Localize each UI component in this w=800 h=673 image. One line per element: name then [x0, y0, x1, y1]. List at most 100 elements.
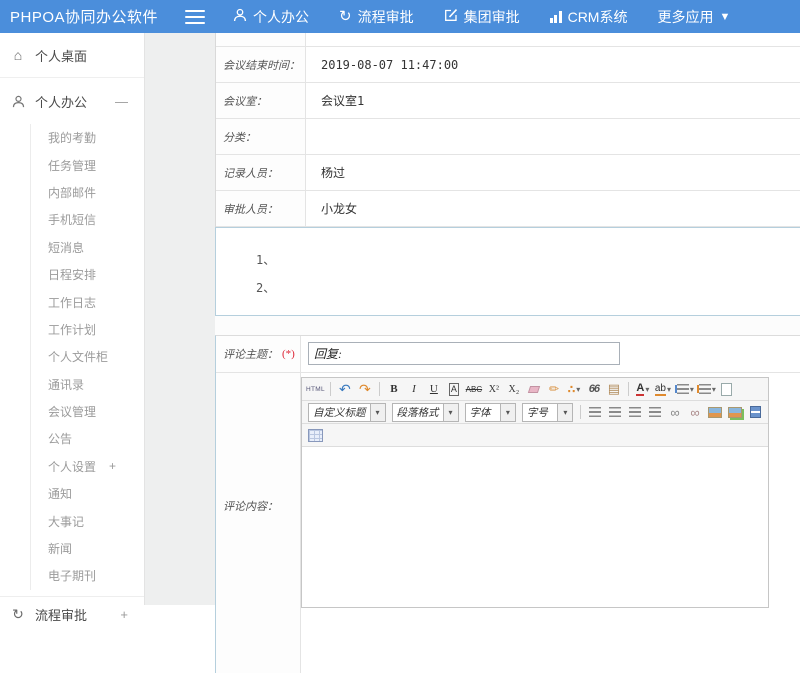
- sidebar-item-announcements[interactable]: 公告: [31, 425, 144, 452]
- insert-image-button[interactable]: [706, 403, 724, 421]
- superscript-button[interactable]: X²: [485, 380, 503, 398]
- redo-button[interactable]: ↷: [356, 380, 374, 398]
- new-page-button[interactable]: [718, 380, 736, 398]
- font-family-select[interactable]: 字体▾: [465, 403, 516, 422]
- ordered-list-icon: [677, 384, 689, 394]
- sidebar-item-work-log[interactable]: 工作日志: [31, 288, 144, 315]
- sidebar-item-short-message[interactable]: 短消息: [31, 234, 144, 261]
- insert-media-button[interactable]: [746, 403, 764, 421]
- field-value: 2019-08-07 11:47:00: [306, 47, 800, 82]
- edit-icon: [444, 8, 458, 25]
- field-value: [306, 119, 800, 154]
- comment-subject-row: 评论主题： (*): [216, 336, 800, 373]
- menu-toggle-icon[interactable]: [185, 10, 205, 24]
- sidebar-item-label: 个人办公: [35, 92, 87, 111]
- align-center-button[interactable]: [606, 403, 624, 421]
- sidebar-item-sms[interactable]: 手机短信: [31, 206, 144, 233]
- sidebar-item-internal-mail[interactable]: 内部邮件: [31, 179, 144, 206]
- table-row-end-time: 会议结束时间： 2019-08-07 11:47:00: [216, 47, 800, 83]
- nav-crm-system[interactable]: CRM系统: [550, 7, 628, 27]
- sidebar-item-schedule[interactable]: 日程安排: [31, 261, 144, 288]
- sidebar-item-file-cabinet[interactable]: 个人文件柜: [31, 343, 144, 370]
- caret-down-icon: ▾: [667, 385, 671, 394]
- table-row-recorder: 记录人员： 杨过: [216, 155, 800, 191]
- sidebar-item-personal-settings[interactable]: 个人设置 +: [31, 453, 144, 480]
- expand-icon[interactable]: +: [109, 459, 144, 473]
- comment-content-row: 评论内容： HTML ↶ ↷ B I U A: [216, 373, 800, 673]
- align-left-button[interactable]: [586, 403, 604, 421]
- sidebar-item-meeting-mgmt[interactable]: 会议管理: [31, 398, 144, 425]
- align-right-button[interactable]: [626, 403, 644, 421]
- bold-button[interactable]: B: [385, 380, 403, 398]
- align-center-icon: [609, 407, 621, 417]
- font-color-button[interactable]: A▾: [634, 380, 652, 398]
- table-icon: [308, 429, 323, 442]
- nav-workflow-approval[interactable]: ↻ 流程审批: [339, 7, 414, 27]
- subscript-button[interactable]: X₂: [505, 380, 523, 398]
- sidebar-item-contacts[interactable]: 通讯录: [31, 371, 144, 398]
- eraser-icon: [528, 386, 540, 393]
- upload-image-button[interactable]: [726, 403, 744, 421]
- top-nav: 个人办公 ↻ 流程审批 集团审批 CRM系统 更多应用 ▼: [233, 7, 730, 27]
- sidebar-item-desktop[interactable]: ⌂ 个人桌面: [0, 33, 144, 78]
- underline-button[interactable]: U: [425, 380, 443, 398]
- editor-toolbar-row-2: 自定义标题▾ 段落格式▾ 字体▾ 字号▾ ∞ ∞: [302, 401, 768, 424]
- undo-button[interactable]: ↶: [336, 380, 354, 398]
- nav-label: 流程审批: [358, 7, 414, 27]
- sidebar-item-tasks[interactable]: 任务管理: [31, 151, 144, 178]
- bullet-list-button[interactable]: ▾: [696, 380, 716, 398]
- field-value: 杨过: [306, 155, 800, 190]
- comment-subject-label: 评论主题：: [223, 346, 278, 362]
- collapse-icon[interactable]: —: [115, 94, 134, 109]
- eraser-button[interactable]: [525, 380, 543, 398]
- strikethrough-button[interactable]: ABC: [465, 380, 483, 398]
- align-justify-icon: [649, 407, 661, 417]
- field-label: 记录人员：: [216, 155, 306, 190]
- comment-content-editarea[interactable]: [302, 447, 768, 607]
- sidebar-item-personal-office[interactable]: 个人办公 —: [0, 78, 144, 124]
- sidebar-item-label: 流程审批: [35, 605, 87, 624]
- html-source-button[interactable]: HTML: [306, 380, 325, 398]
- nav-personal-office[interactable]: 个人办公: [233, 7, 309, 27]
- image-upload-icon: [728, 407, 742, 418]
- ordered-list-button[interactable]: ▾: [674, 380, 694, 398]
- cycle-icon: ↻: [339, 9, 352, 24]
- sidebar-item-notices[interactable]: 通知: [31, 480, 144, 507]
- insert-table-button[interactable]: [306, 426, 324, 444]
- paste-button[interactable]: ▤: [605, 380, 623, 398]
- sidebar-item-label: 个人桌面: [35, 46, 87, 65]
- font-border-button[interactable]: A: [449, 383, 459, 396]
- font-size-select[interactable]: 字号▾: [522, 403, 573, 422]
- sidebar-item-attendance[interactable]: 我的考勤: [31, 124, 144, 151]
- sidebar-item-work-plan[interactable]: 工作计划: [31, 316, 144, 343]
- remove-link-button[interactable]: ∞: [686, 403, 704, 421]
- nav-group-approval[interactable]: 集团审批: [444, 7, 520, 27]
- expand-icon[interactable]: +: [120, 607, 134, 622]
- required-mark: (*): [282, 348, 295, 360]
- comment-subject-input[interactable]: [308, 342, 620, 365]
- insert-link-button[interactable]: ∞: [666, 403, 684, 421]
- highlight-button[interactable]: ab▾: [654, 380, 672, 398]
- sidebar-item-workflow-approval[interactable]: ↻ 流程审批 +: [0, 596, 144, 632]
- align-justify-button[interactable]: [646, 403, 664, 421]
- align-right-icon: [629, 407, 641, 417]
- align-left-icon: [589, 407, 601, 417]
- sidebar-item-e-journal[interactable]: 电子期刊: [31, 562, 144, 589]
- meeting-content-block: 1、 2、: [215, 227, 800, 316]
- paragraph-format-select[interactable]: 段落格式▾: [392, 403, 459, 422]
- blockquote-button[interactable]: 66: [585, 380, 603, 398]
- italic-button[interactable]: I: [405, 380, 423, 398]
- content-panel: 会议结束时间： 2019-08-07 11:47:00 会议室： 会议室1 分类…: [215, 33, 800, 605]
- field-value: 会议室1: [306, 83, 800, 118]
- text-style-button[interactable]: ∴▾: [565, 380, 583, 398]
- nav-more-apps[interactable]: 更多应用 ▼: [657, 7, 730, 27]
- sidebar-item-news[interactable]: 新闻: [31, 535, 144, 562]
- meeting-detail-table: 会议结束时间： 2019-08-07 11:47:00 会议室： 会议室1 分类…: [215, 33, 800, 227]
- format-brush-button[interactable]: ✏: [545, 380, 563, 398]
- heading-style-select[interactable]: 自定义标题▾: [308, 403, 386, 422]
- sidebar-item-memorabilia[interactable]: 大事记: [31, 507, 144, 534]
- bullet-list-icon: [699, 384, 711, 394]
- table-row-meeting-room: 会议室： 会议室1: [216, 83, 800, 119]
- bar-chart-icon: [550, 11, 562, 23]
- table-row-approver: 审批人员： 小龙女: [216, 191, 800, 227]
